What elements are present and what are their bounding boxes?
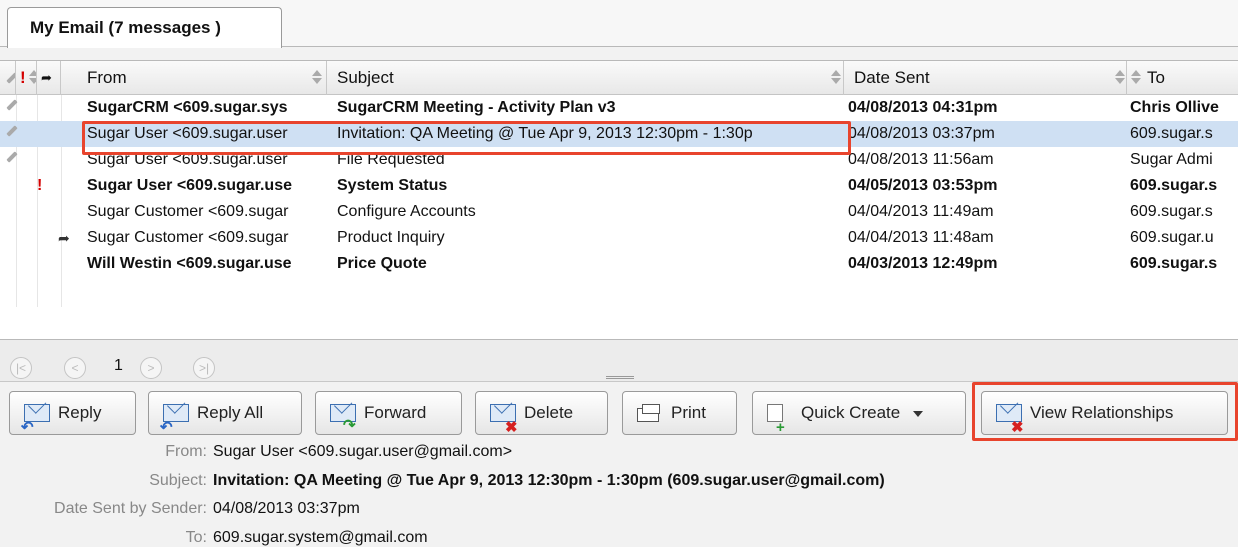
email-from: SugarCRM <609.sugar.sys	[87, 99, 288, 116]
next-page-button[interactable]: >	[140, 357, 162, 379]
email-row[interactable]: Sugar Customer <609.sugar Configure Accou…	[0, 199, 1238, 225]
sort-icon	[830, 68, 842, 88]
email-from: Sugar Customer <609.sugar	[87, 229, 289, 246]
column-header-from[interactable]: From	[61, 61, 327, 95]
forward-button[interactable]: ↷ Forward	[315, 391, 462, 435]
print-label: Print	[671, 403, 706, 422]
column-header-to-label: To	[1147, 68, 1165, 87]
delete-button[interactable]: ✖ Delete	[475, 391, 608, 436]
date-sent-value: 04/08/2013 03:37pm	[213, 500, 360, 517]
email-row[interactable]: Will Westin <609.sugar.use Price Quote 04/…	[0, 251, 1238, 277]
first-page-button[interactable]: |<	[10, 357, 32, 379]
attachment-column-header[interactable]	[0, 61, 16, 95]
email-date-sent: 04/04/2013 11:48am	[848, 229, 994, 246]
delete-label: Delete	[524, 403, 574, 422]
previous-page-button[interactable]: <	[64, 357, 86, 379]
email-grid: ! ➦ From Subject Date Sent To SugarCRM <…	[0, 60, 1238, 340]
column-header-date-sent[interactable]: Date Sent	[844, 61, 1127, 95]
email-date-sent: 04/08/2013 03:37pm	[848, 125, 995, 142]
forward-label: Forward	[364, 403, 427, 422]
column-header-from-label: From	[87, 68, 127, 87]
reply-icon: ↶	[21, 404, 50, 436]
date-sent-label: Date Sent by Sender:	[54, 500, 207, 517]
reply-all-icon: ↶	[160, 404, 189, 436]
chevron-down-icon	[912, 410, 923, 417]
reply-all-button[interactable]: ↶ Reply All	[148, 391, 302, 436]
last-page-button[interactable]: >|	[193, 357, 215, 379]
quick-create-icon	[767, 404, 785, 449]
email-from: Sugar Customer <609.sugar	[87, 203, 289, 220]
grid-header: ! ➦ From Subject Date Sent To	[0, 61, 1238, 95]
subject-label: Subject:	[149, 472, 207, 489]
column-header-subject-label: Subject	[337, 68, 394, 87]
from-label: From:	[165, 443, 207, 460]
column-header-subject[interactable]: Subject	[327, 61, 844, 95]
reply-forward-icon: ➦	[41, 70, 52, 85]
view-relationships-callout	[972, 382, 1238, 441]
sort-icon	[311, 68, 323, 88]
email-date-sent: 04/08/2013 04:31pm	[848, 99, 998, 116]
email-row[interactable]: ➦ Sugar Customer <609.sugar Product Inquir…	[0, 225, 1238, 251]
page-number: 1	[114, 357, 123, 374]
pane-resize-handle[interactable]	[606, 376, 634, 379]
to-label: To:	[185, 529, 207, 546]
email-row[interactable]: ! Sugar User <609.sugar.use System Status 0…	[0, 173, 1238, 199]
email-to: 609.sugar.s	[1130, 125, 1213, 142]
email-to: 609.sugar.s	[1130, 177, 1218, 194]
tab-bar: My Email (7 messages )	[0, 0, 1238, 48]
quick-create-button[interactable]: Quick Create	[752, 391, 966, 449]
reply-all-label: Reply All	[197, 403, 264, 422]
email-from: Sugar User <609.sugar.use	[87, 177, 292, 194]
email-row[interactable]: SugarCRM <609.sugar.sys SugarCRM Meeting …	[0, 95, 1238, 121]
email-to: 609.sugar.s	[1130, 255, 1218, 272]
email-to: Sugar Admi	[1130, 151, 1213, 168]
print-button[interactable]: Print	[622, 391, 737, 435]
subject-value: Invitation: QA Meeting @ Tue Apr 9, 2013…	[213, 472, 885, 489]
attachment-icon	[6, 151, 18, 163]
sort-icon	[1114, 68, 1126, 88]
email-detail: From: Sugar User <609.sugar.user@gmail.c…	[0, 440, 1238, 547]
email-to: Chris Ollive	[1130, 99, 1219, 116]
attachment-icon	[6, 72, 15, 84]
email-date-sent: 04/05/2013 03:53pm	[848, 177, 998, 194]
selected-row-callout	[82, 121, 851, 155]
printer-icon	[637, 404, 660, 422]
email-subject: Configure Accounts	[337, 203, 476, 220]
sort-icon	[1130, 68, 1142, 88]
reply-label: Reply	[58, 403, 102, 422]
forward-icon: ↷	[330, 404, 356, 434]
reply-status-column-header[interactable]: ➦	[37, 61, 61, 95]
email-date-sent: 04/04/2013 11:49am	[848, 203, 994, 220]
attachment-icon	[6, 99, 18, 111]
sort-icon	[28, 68, 36, 88]
email-from: Will Westin <609.sugar.use	[87, 255, 292, 272]
attachment-icon	[6, 125, 18, 137]
importance-icon: !	[37, 177, 43, 194]
email-subject: Product Inquiry	[337, 229, 445, 246]
email-subject: Price Quote	[337, 255, 427, 272]
from-value: Sugar User <609.sugar.user@gmail.com>	[213, 443, 513, 460]
importance-column-header[interactable]: !	[16, 61, 37, 95]
email-to: 609.sugar.u	[1130, 229, 1214, 246]
tab-my-email[interactable]: My Email (7 messages )	[7, 7, 282, 48]
email-subject: SugarCRM Meeting - Activity Plan v3	[337, 99, 616, 116]
importance-icon: !	[20, 68, 26, 87]
column-header-to[interactable]: To	[1127, 61, 1238, 95]
forwarded-icon: ➦	[58, 230, 70, 246]
column-header-date-sent-label: Date Sent	[854, 68, 930, 87]
to-value: 609.sugar.system@gmail.com	[213, 529, 428, 546]
quick-create-label: Quick Create	[801, 403, 901, 422]
delete-icon: ✖	[490, 404, 518, 436]
email-subject: System Status	[337, 177, 448, 194]
reply-button[interactable]: ↶ Reply	[9, 391, 136, 436]
email-date-sent: 04/03/2013 12:49pm	[848, 255, 998, 272]
email-date-sent: 04/08/2013 11:56am	[848, 151, 994, 168]
email-to: 609.sugar.s	[1130, 203, 1213, 220]
